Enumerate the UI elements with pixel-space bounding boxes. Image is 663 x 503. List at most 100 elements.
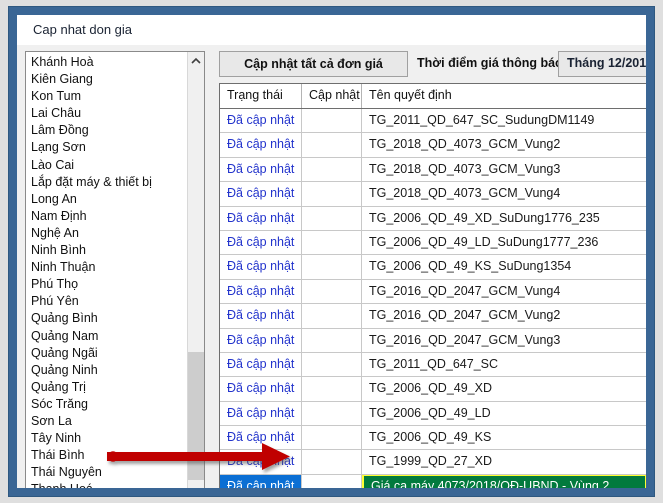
- list-item[interactable]: Lai Châu: [26, 105, 187, 122]
- cell-decision-name[interactable]: TG_2011_QD_647_SC: [362, 353, 646, 376]
- cell-status[interactable]: Đã cập nhật: [220, 377, 302, 401]
- cell-update[interactable]: [302, 279, 362, 304]
- list-item[interactable]: Nghệ An: [26, 225, 187, 242]
- column-header-update[interactable]: Cập nhật: [302, 84, 362, 108]
- cell-status[interactable]: Đã cập nhật: [220, 255, 302, 279]
- table-row[interactable]: Đã cập nhật Giá ca máy 4073/2018/QĐ-UBND …: [220, 474, 646, 488]
- cell-decision-name[interactable]: TG_2006_QD_49_LD: [362, 402, 646, 425]
- cell-decision-name[interactable]: TG_2018_QD_4073_GCM_Vung3: [362, 158, 646, 181]
- list-item[interactable]: Lâm Đồng: [26, 122, 187, 139]
- cell-decision-name[interactable]: TG_2018_QD_4073_GCM_Vung4: [362, 182, 646, 205]
- cell-update[interactable]: [302, 377, 362, 401]
- cell-status[interactable]: Đã cập nhật: [220, 474, 302, 488]
- list-item[interactable]: Nam Định: [26, 208, 187, 225]
- cell-update[interactable]: [302, 401, 362, 426]
- list-item[interactable]: Ninh Thuận: [26, 259, 187, 276]
- cell-status[interactable]: Đã cập nhật: [220, 133, 302, 157]
- list-item[interactable]: Lạng Sơn: [26, 139, 187, 156]
- table-row[interactable]: Đã cập nhật TG_2006_QD_49_LD: [220, 401, 646, 427]
- cell-decision-name[interactable]: TG_2016_QD_2047_GCM_Vung2: [362, 304, 646, 327]
- listbox-scrollbar[interactable]: [187, 52, 204, 488]
- list-item[interactable]: Thái Nguyên: [26, 464, 187, 481]
- list-item[interactable]: Quảng Trị: [26, 379, 187, 396]
- cell-status[interactable]: Đã cập nhật: [220, 304, 302, 328]
- list-item[interactable]: Thanh Hoá: [26, 481, 187, 488]
- list-item[interactable]: Phú Yên: [26, 293, 187, 310]
- column-header-name[interactable]: Tên quyết định: [362, 84, 646, 108]
- column-header-status[interactable]: Trạng thái: [220, 84, 302, 108]
- cell-status[interactable]: Đã cập nhật: [220, 279, 302, 304]
- cell-update[interactable]: [302, 133, 362, 157]
- cell-update[interactable]: [302, 157, 362, 182]
- table-row[interactable]: Đã cập nhật TG_2006_QD_49_KS: [220, 426, 646, 451]
- list-item[interactable]: Sơn La: [26, 413, 187, 430]
- cell-update[interactable]: [302, 352, 362, 377]
- cell-decision-name[interactable]: TG_2016_QD_2047_GCM_Vung3: [362, 329, 646, 352]
- cell-status[interactable]: Đã cập nhật: [220, 230, 302, 255]
- cell-update[interactable]: [302, 182, 362, 206]
- table-row[interactable]: Đã cập nhật TG_2018_QD_4073_GCM_Vung4: [220, 182, 646, 207]
- table-row[interactable]: Đã cập nhật TG_2016_QD_2047_GCM_Vung3: [220, 328, 646, 353]
- cell-status[interactable]: Đã cập nhật: [220, 109, 302, 133]
- cell-update[interactable]: [302, 450, 362, 474]
- list-item[interactable]: Lắp đặt máy & thiết bị: [26, 174, 187, 191]
- table-row[interactable]: Đã cập nhật TG_2018_QD_4073_GCM_Vung2: [220, 133, 646, 158]
- cell-update[interactable]: [302, 230, 362, 255]
- cell-update[interactable]: [302, 474, 362, 488]
- list-item[interactable]: Thái Bình: [26, 447, 187, 464]
- cell-decision-name[interactable]: TG_2006_QD_49_KS_SuDung1354: [362, 255, 646, 278]
- update-all-prices-button[interactable]: Cập nhật tất cả đơn giá: [219, 51, 408, 77]
- list-item[interactable]: Lào Cai: [26, 157, 187, 174]
- table-row[interactable]: Đã cập nhật TG_1999_QD_27_XD: [220, 450, 646, 475]
- table-row[interactable]: Đã cập nhật TG_2011_QD_647_SC: [220, 352, 646, 378]
- cell-status[interactable]: Đã cập nhật: [220, 206, 302, 230]
- province-list[interactable]: Khánh Hoà Kiên Giang Kon Tum Lai Châu Lâm Đồ…: [26, 52, 187, 488]
- scrollbar-thumb[interactable]: [188, 352, 204, 480]
- cell-update[interactable]: [302, 328, 362, 352]
- cell-status[interactable]: Đã cập nhật: [220, 157, 302, 182]
- cell-update[interactable]: [302, 304, 362, 328]
- cell-status[interactable]: Đã cập nhật: [220, 450, 302, 474]
- cell-update[interactable]: [302, 426, 362, 450]
- table-row[interactable]: Đã cập nhật TG_2006_QD_49_KS_SuDung1354: [220, 255, 646, 280]
- scroll-up-button[interactable]: [188, 52, 204, 69]
- table-row[interactable]: Đã cập nhật TG_2018_QD_4073_GCM_Vung3: [220, 157, 646, 183]
- cell-decision-name[interactable]: Giá ca máy 4073/2018/QĐ-UBND - Vùng 2: [362, 474, 646, 488]
- cell-update[interactable]: [302, 206, 362, 230]
- cell-status[interactable]: Đã cập nhật: [220, 328, 302, 352]
- list-item[interactable]: Quảng Ngãi: [26, 345, 187, 362]
- list-item[interactable]: Quảng Ninh: [26, 362, 187, 379]
- cell-status[interactable]: Đã cập nhật: [220, 352, 302, 377]
- table-row[interactable]: Đã cập nhật TG_2006_QD_49_LD_SuDung1777_2…: [220, 230, 646, 256]
- list-item[interactable]: Phú Thọ: [26, 276, 187, 293]
- list-item[interactable]: Quảng Bình: [26, 310, 187, 327]
- list-item[interactable]: Tây Ninh: [26, 430, 187, 447]
- cell-update[interactable]: [302, 109, 362, 133]
- table-row[interactable]: Đã cập nhật TG_2016_QD_2047_GCM_Vung4: [220, 279, 646, 305]
- cell-decision-name[interactable]: TG_2011_QD_647_SC_SudungDM1149: [362, 109, 646, 132]
- list-item[interactable]: Kon Tum: [26, 88, 187, 105]
- table-row[interactable]: Đã cập nhật TG_2006_QD_49_XD: [220, 377, 646, 402]
- cell-decision-name[interactable]: TG_2006_QD_49_LD_SuDung1777_236: [362, 231, 646, 254]
- cell-decision-name[interactable]: TG_2006_QD_49_KS: [362, 426, 646, 449]
- table-row[interactable]: Đã cập nhật TG_2011_QD_647_SC_SudungDM114…: [220, 109, 646, 134]
- month-select[interactable]: Tháng 12/2018: [558, 51, 646, 77]
- cell-decision-name[interactable]: TG_2018_QD_4073_GCM_Vung2: [362, 133, 646, 156]
- list-item[interactable]: Long An: [26, 191, 187, 208]
- table-row[interactable]: Đã cập nhật TG_2006_QD_49_XD_SuDung1776_2…: [220, 206, 646, 231]
- list-item[interactable]: Sóc Trăng: [26, 396, 187, 413]
- province-listbox[interactable]: Khánh Hoà Kiên Giang Kon Tum Lai Châu Lâm Đồ…: [25, 51, 205, 488]
- cell-decision-name[interactable]: TG_1999_QD_27_XD: [362, 450, 646, 473]
- cell-update[interactable]: [302, 255, 362, 279]
- list-item[interactable]: Quảng Nam: [26, 328, 187, 345]
- cell-status[interactable]: Đã cập nhật: [220, 182, 302, 206]
- cell-decision-name[interactable]: TG_2016_QD_2047_GCM_Vung4: [362, 280, 646, 303]
- list-item[interactable]: Khánh Hoà: [26, 54, 187, 71]
- cell-decision-name[interactable]: TG_2006_QD_49_XD_SuDung1776_235: [362, 207, 646, 230]
- list-item[interactable]: Kiên Giang: [26, 71, 187, 88]
- decision-table[interactable]: Trạng thái Cập nhật Tên quyết định Đã cậ…: [219, 83, 646, 488]
- cell-decision-name[interactable]: TG_2006_QD_49_XD: [362, 377, 646, 400]
- cell-status[interactable]: Đã cập nhật: [220, 401, 302, 426]
- table-row[interactable]: Đã cập nhật TG_2016_QD_2047_GCM_Vung2: [220, 304, 646, 329]
- list-item[interactable]: Ninh Bình: [26, 242, 187, 259]
